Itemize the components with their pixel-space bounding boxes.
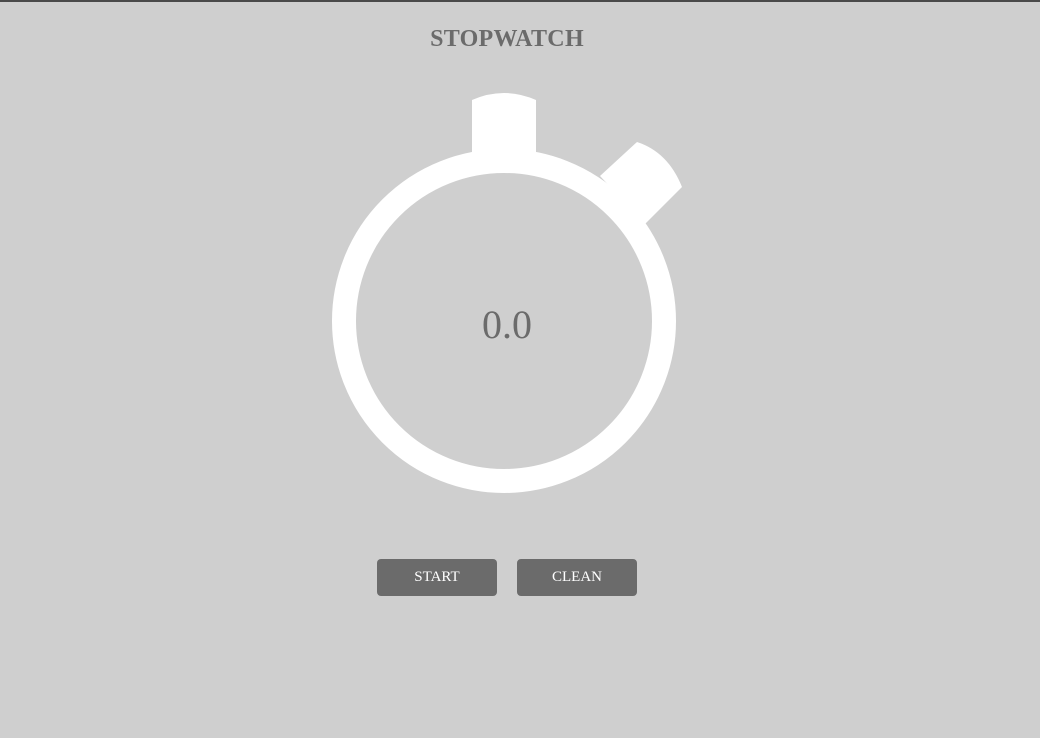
- stopwatch-icon: [332, 93, 682, 493]
- controls-bar: START CLEAN: [377, 559, 637, 596]
- stopwatch-crown: [472, 93, 536, 156]
- time-display: 0.0: [482, 302, 532, 347]
- start-button[interactable]: START: [377, 559, 497, 596]
- clean-button[interactable]: CLEAN: [517, 559, 637, 596]
